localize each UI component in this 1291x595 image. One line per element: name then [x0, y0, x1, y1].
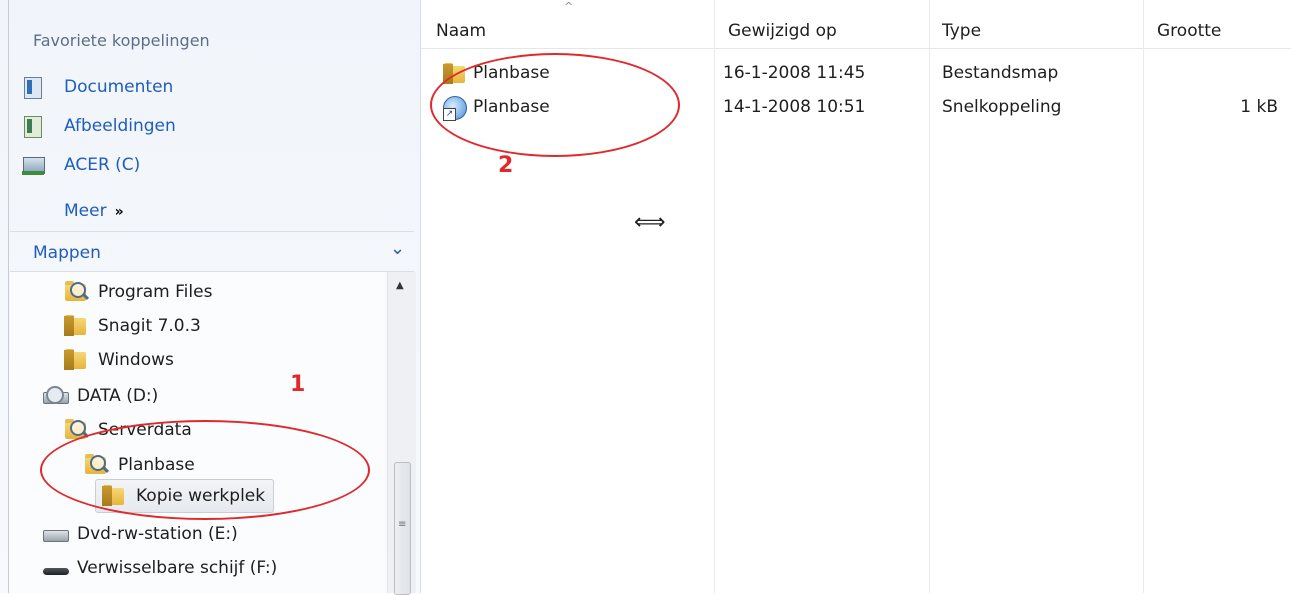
favorite-link-acer-c[interactable]: ACER (C) — [22, 150, 140, 180]
tree-item-data-d[interactable]: DATA (D:) — [43, 380, 158, 412]
pictures-icon — [22, 115, 44, 138]
tree-item-windows[interactable]: Windows — [64, 344, 174, 376]
column-header-modified[interactable]: Gewijzigd op — [728, 21, 837, 41]
navigation-pane: Favoriete koppelingen Documenten Afbeeld… — [0, 0, 421, 595]
column-header-name[interactable]: Naam — [436, 21, 486, 41]
tree-item-removable-f[interactable]: Verwisselbare schijf (F:) — [43, 552, 277, 584]
more-favorites-link[interactable]: Meer » — [64, 201, 124, 221]
file-modified: 16-1-2008 11:45 — [723, 63, 866, 83]
sort-ascending-icon: ^ — [564, 0, 574, 13]
tree-item-label: Program Files — [98, 282, 213, 302]
collapse-chevron-icon[interactable]: ⌄ — [390, 238, 405, 259]
annotation-ring-1 — [40, 420, 370, 520]
network-drive-icon — [43, 384, 69, 408]
favorites-title: Favoriete koppelingen — [33, 31, 210, 50]
column-header-type[interactable]: Type — [942, 21, 981, 41]
annotation-ring-2 — [430, 53, 680, 157]
folder-icon — [64, 348, 88, 372]
folder-icon — [64, 314, 88, 338]
drive-c-icon — [22, 154, 45, 176]
favorite-link-documents[interactable]: Documenten — [22, 72, 173, 102]
scroll-thumb[interactable]: ≡ — [394, 462, 411, 595]
tree-item-dvd-e[interactable]: Dvd-rw-station (E:) — [43, 518, 238, 550]
tree-item-label: DATA (D:) — [77, 386, 159, 406]
scroll-up-arrow-icon[interactable]: ▲ — [396, 280, 404, 291]
column-header-size[interactable]: Grootte — [1157, 21, 1221, 41]
file-size: 1 kB — [1240, 97, 1278, 117]
grip-icon: ≡ — [398, 519, 407, 530]
file-type: Snelkoppeling — [942, 97, 1062, 117]
section-divider — [10, 231, 414, 232]
favorite-link-pictures[interactable]: Afbeeldingen — [22, 111, 176, 141]
tree-item-label: Verwisselbare schijf (F:) — [77, 558, 278, 578]
tree-item-snagit[interactable]: Snagit 7.0.3 — [64, 310, 201, 342]
more-label: Meer — [64, 201, 107, 221]
tree-item-label: Snagit 7.0.3 — [98, 316, 201, 336]
resize-cursor-icon: ⟺ — [634, 210, 666, 235]
search-folder-icon — [64, 280, 88, 304]
double-chevron-icon: » — [114, 204, 124, 220]
dvd-drive-icon — [43, 522, 69, 546]
tree-item-program-files[interactable]: Program Files — [64, 276, 212, 308]
file-list-pane: ^ Naam Gewijzigd op Type Grootte Planbas… — [421, 0, 1291, 593]
tree-item-label: Windows — [98, 350, 174, 370]
file-type: Bestandsmap — [942, 63, 1059, 83]
tree-item-label: Dvd-rw-station (E:) — [77, 524, 238, 544]
tree-scrollbar[interactable]: ▲ ≡ — [387, 272, 416, 595]
favorite-label: Afbeeldingen — [64, 116, 176, 136]
annotation-number-2: 2 — [498, 153, 514, 178]
folders-title[interactable]: Mappen — [33, 243, 101, 263]
file-modified: 14-1-2008 10:51 — [723, 97, 866, 117]
favorite-label: ACER (C) — [64, 155, 141, 175]
documents-icon — [22, 76, 44, 99]
annotation-number-1: 1 — [290, 372, 306, 397]
favorite-label: Documenten — [64, 77, 174, 97]
pane-border — [8, 0, 9, 593]
removable-drive-icon — [43, 556, 69, 580]
